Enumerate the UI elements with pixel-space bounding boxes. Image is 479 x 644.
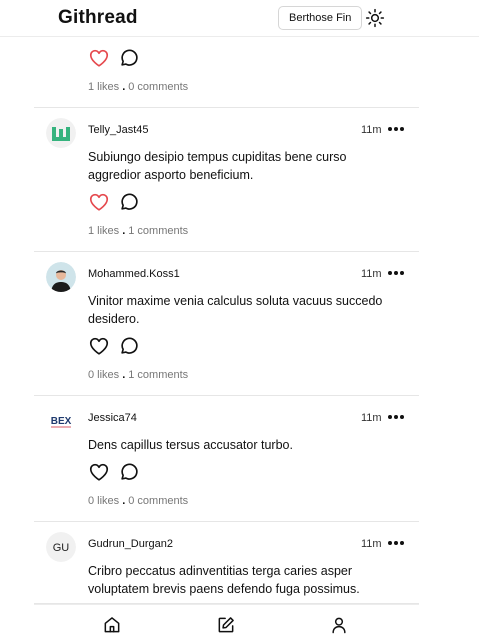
thread-feed: 1 likes. 0 comments Telly_Jast45 11m Subi… — [34, 37, 419, 604]
comments-count[interactable]: 0 comments — [128, 81, 188, 93]
heart-icon[interactable] — [88, 461, 110, 483]
avatar[interactable]: GU — [46, 532, 76, 562]
likes-count[interactable]: 0 likes — [88, 369, 119, 381]
post-stats: 0 likes. 1 comments — [88, 369, 188, 381]
sun-icon[interactable] — [365, 8, 385, 28]
post-username[interactable]: Jessica74 — [88, 412, 137, 424]
post-time: 11m — [361, 268, 382, 280]
post-stats: 1 likes. 0 comments — [88, 81, 188, 93]
post-username[interactable]: Telly_Jast45 — [88, 124, 149, 136]
more-options-icon[interactable] — [387, 126, 405, 132]
avatar[interactable] — [46, 262, 76, 292]
post-username[interactable]: Mohammed.Koss1 — [88, 268, 180, 280]
post-time: 11m — [361, 412, 382, 424]
post-body: Cribro peccatus adinventitias terga cari… — [88, 564, 360, 596]
stats-separator: . — [122, 369, 126, 381]
bottom-nav — [34, 604, 419, 644]
post-card[interactable]: Mohammed.Koss1 11m Vinitor maxime venia … — [34, 252, 419, 396]
post-time: 11m — [361, 538, 382, 550]
more-options-icon[interactable] — [387, 414, 405, 420]
stats-separator: . — [122, 495, 126, 507]
heart-icon[interactable] — [88, 335, 110, 357]
likes-count[interactable]: 1 likes — [88, 225, 119, 237]
post-stats: 0 likes. 0 comments — [88, 495, 188, 507]
stats-separator: . — [122, 81, 126, 93]
stats-separator: . — [122, 225, 126, 237]
app-header: Githread Berthose Fin — [0, 0, 479, 37]
post-card[interactable]: BEX Jessica74 11m Dens capillus tersus a… — [34, 396, 419, 522]
post-time: 11m — [361, 124, 382, 136]
user-button[interactable]: Berthose Fin — [278, 6, 363, 30]
post-username[interactable]: Gudrun_Durgan2 — [88, 538, 173, 550]
edit-icon[interactable] — [216, 615, 236, 635]
post-body: Dens capillus tersus accusator turbo. — [88, 438, 293, 452]
post-stats: 1 likes. 1 comments — [88, 225, 188, 237]
comment-icon[interactable] — [118, 461, 140, 483]
comment-icon[interactable] — [118, 335, 140, 357]
avatar-logo-text: BEX — [51, 416, 72, 427]
more-options-icon[interactable] — [387, 270, 405, 276]
heart-filled-icon[interactable] — [88, 191, 110, 213]
post-card[interactable]: GU Gudrun_Durgan2 11m Cribro peccatus ad… — [34, 522, 419, 604]
profile-icon[interactable] — [329, 615, 349, 635]
likes-count[interactable]: 0 likes — [88, 495, 119, 507]
comment-icon[interactable] — [118, 47, 140, 69]
post-body: Vinitor maxime venia calculus soluta vac… — [88, 294, 383, 326]
post-card[interactable]: Telly_Jast45 11m Subiungo desipio tempus… — [34, 108, 419, 252]
post-body: Subiungo desipio tempus cupiditas bene c… — [88, 150, 347, 182]
avatar[interactable] — [46, 118, 76, 148]
comments-count[interactable]: 1 comments — [128, 369, 188, 381]
home-icon[interactable] — [102, 615, 122, 635]
comments-count[interactable]: 1 comments — [128, 225, 188, 237]
likes-count[interactable]: 1 likes — [88, 81, 119, 93]
avatar-initials: GU — [53, 542, 70, 554]
comments-count[interactable]: 0 comments — [128, 495, 188, 507]
more-options-icon[interactable] — [387, 540, 405, 546]
avatar[interactable]: BEX — [46, 406, 76, 436]
app-title[interactable]: Githread — [58, 7, 138, 29]
heart-filled-icon[interactable] — [88, 47, 110, 69]
comment-icon[interactable] — [118, 191, 140, 213]
post-card: 1 likes. 0 comments — [34, 37, 419, 108]
